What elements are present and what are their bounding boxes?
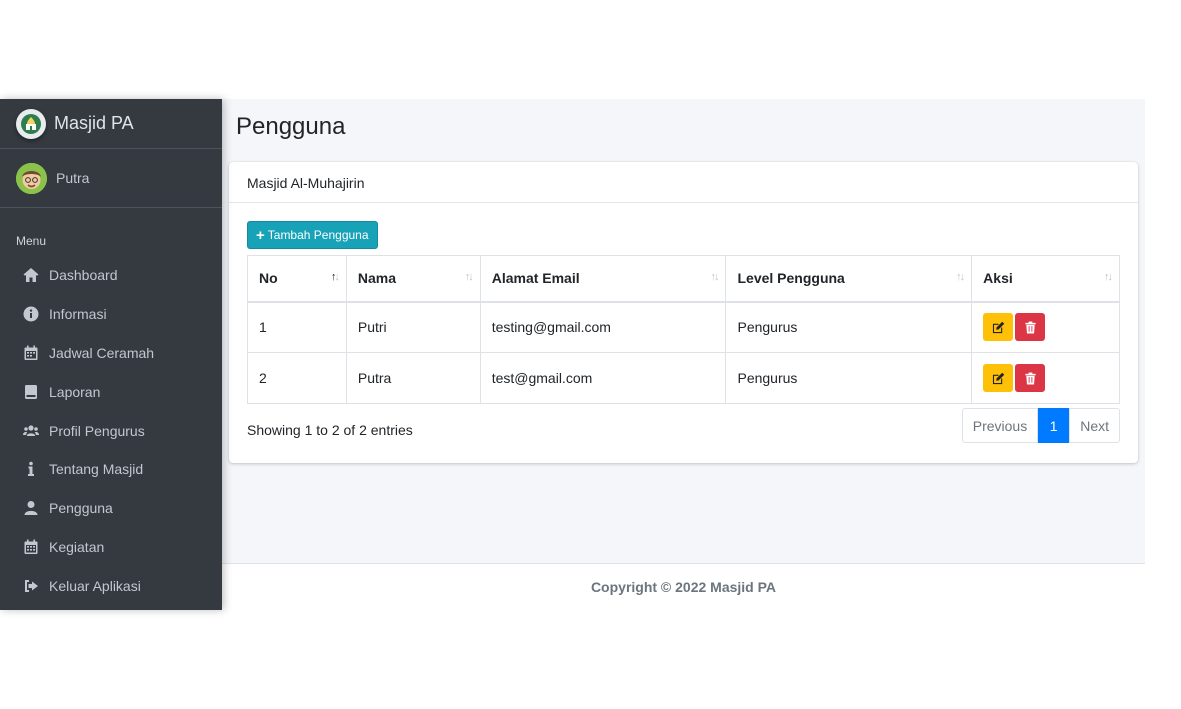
sidebar-item-label: Kegiatan [49, 538, 105, 555]
cell-nama: Putri [345, 301, 481, 353]
add-user-button[interactable]: + Tambah Pengguna [247, 221, 378, 249]
column-label: Level Pengguna [737, 270, 845, 287]
app-window: Masjid PA Putra Menu Dashboard Informasi… [0, 99, 1145, 610]
trash-icon [1025, 372, 1036, 384]
column-header-level[interactable]: Level Pengguna ↑↓ [725, 255, 973, 303]
copyright-text: Copyright © 2022 Masjid PA [590, 579, 777, 595]
cell-aksi [971, 352, 1120, 404]
table-header-row: No ↑↓ Nama ↑↓ Alamat Email ↑↓ Level Penggun… [247, 255, 1120, 303]
cell-level: Pengurus [725, 352, 973, 404]
menu-header: Menu [16, 234, 47, 248]
sort-icon: ↑↓ [710, 271, 719, 283]
sign-out-icon [22, 577, 40, 595]
footer: Copyright © 2022 Masjid PA [222, 563, 1145, 610]
edit-button[interactable] [983, 313, 1014, 342]
cell-aksi [971, 301, 1120, 353]
brand-name: Masjid PA [54, 113, 134, 133]
sidebar-item-label: Dashboard [49, 267, 118, 284]
sidebar-item-label: Pengguna [49, 500, 113, 517]
sidebar-item-laporan[interactable]: Laporan [0, 372, 222, 411]
pagination: Previous 1 Next [961, 408, 1120, 443]
column-header-aksi[interactable]: Aksi ↑↓ [971, 255, 1120, 303]
cell-email: testing@gmail.com [479, 301, 727, 353]
sidebar-item-label: Tentang Masjid [49, 461, 144, 478]
sidebar-item-dashboard[interactable]: Dashboard [0, 256, 222, 295]
pagination-previous[interactable]: Previous [961, 408, 1039, 443]
column-header-nama[interactable]: Nama ↑↓ [345, 255, 481, 303]
sort-asc-icon: ↑↓ [330, 271, 340, 283]
sidebar-item-informasi[interactable]: Informasi [0, 295, 222, 334]
table-row: 1 Putri testing@gmail.com Pengurus [247, 301, 1120, 353]
calendar-icon [22, 344, 40, 362]
sidebar-item-label: Informasi [49, 306, 107, 323]
sidebar-item-keluar-aplikasi[interactable]: Keluar Aplikasi [0, 566, 222, 605]
main-content: Pengguna Masjid Al-Muhajirin + Tambah Pe… [222, 99, 1145, 610]
user-avatar-icon [16, 162, 47, 194]
column-header-email[interactable]: Alamat Email ↑↓ [479, 255, 727, 303]
column-header-no[interactable]: No ↑↓ [247, 255, 347, 303]
sidebar-item-profil-pengurus[interactable]: Profil Pengurus [0, 411, 222, 450]
sidebar-item-pengguna[interactable]: Pengguna [0, 489, 222, 528]
user-name: Putra [56, 170, 90, 186]
cell-email: test@gmail.com [479, 352, 727, 404]
sidebar-item-tentang-masjid[interactable]: Tentang Masjid [0, 450, 222, 489]
info-circle-icon [22, 305, 40, 323]
trash-icon [1025, 321, 1036, 334]
users-card: Masjid Al-Muhajirin + Tambah Pengguna No… [229, 162, 1138, 463]
delete-button[interactable] [1015, 313, 1046, 342]
sidebar-item-label: Profil Pengurus [49, 422, 145, 439]
card-header: Masjid Al-Muhajirin [229, 162, 1138, 203]
home-icon [22, 266, 40, 284]
column-label: Nama [357, 270, 396, 287]
sort-icon: ↑↓ [1104, 271, 1113, 283]
cell-nama: Putra [345, 352, 481, 404]
sort-icon: ↑↓ [464, 271, 474, 283]
plus-icon: + [256, 226, 265, 244]
column-label: No [259, 270, 278, 287]
pagination-next[interactable]: Next [1069, 408, 1120, 443]
sidebar-item-label: Laporan [49, 383, 101, 400]
users-icon [22, 422, 40, 440]
sort-icon: ↑↓ [956, 271, 965, 283]
cell-no: 2 [247, 352, 347, 404]
add-user-label: Tambah Pengguna [267, 228, 369, 242]
calendar-alt-icon [22, 538, 40, 556]
brand-link[interactable]: Masjid PA [0, 99, 222, 149]
cell-level: Pengurus [725, 301, 973, 353]
sidebar-item-kegiatan[interactable]: Kegiatan [0, 528, 222, 567]
pagination-page-1[interactable]: 1 [1038, 408, 1070, 443]
cell-no: 1 [247, 301, 347, 353]
column-label: Aksi [983, 270, 1013, 287]
edit-icon [992, 372, 1004, 384]
mosque-logo-icon [16, 108, 46, 139]
table-row: 2 Putra test@gmail.com Pengurus [247, 352, 1120, 404]
user-panel[interactable]: Putra [0, 149, 222, 208]
users-table: No ↑↓ Nama ↑↓ Alamat Email ↑↓ Level Penggun… [247, 255, 1120, 404]
column-label: Alamat Email [491, 270, 580, 287]
user-icon [22, 499, 40, 517]
sidebar-item-jadwal-ceramah[interactable]: Jadwal Ceramah [0, 334, 222, 373]
edit-icon [992, 321, 1004, 333]
sidebar-item-label: Keluar Aplikasi [49, 577, 141, 594]
page-title: Pengguna [236, 113, 346, 140]
book-icon [22, 383, 40, 401]
edit-button[interactable] [983, 364, 1014, 392]
delete-button[interactable] [1015, 364, 1046, 392]
sidebar: Masjid PA Putra Menu Dashboard Informasi… [0, 99, 222, 610]
info-icon [22, 460, 40, 478]
sidebar-item-label: Jadwal Ceramah [49, 344, 155, 361]
table-info: Showing 1 to 2 of 2 entries [247, 422, 413, 438]
